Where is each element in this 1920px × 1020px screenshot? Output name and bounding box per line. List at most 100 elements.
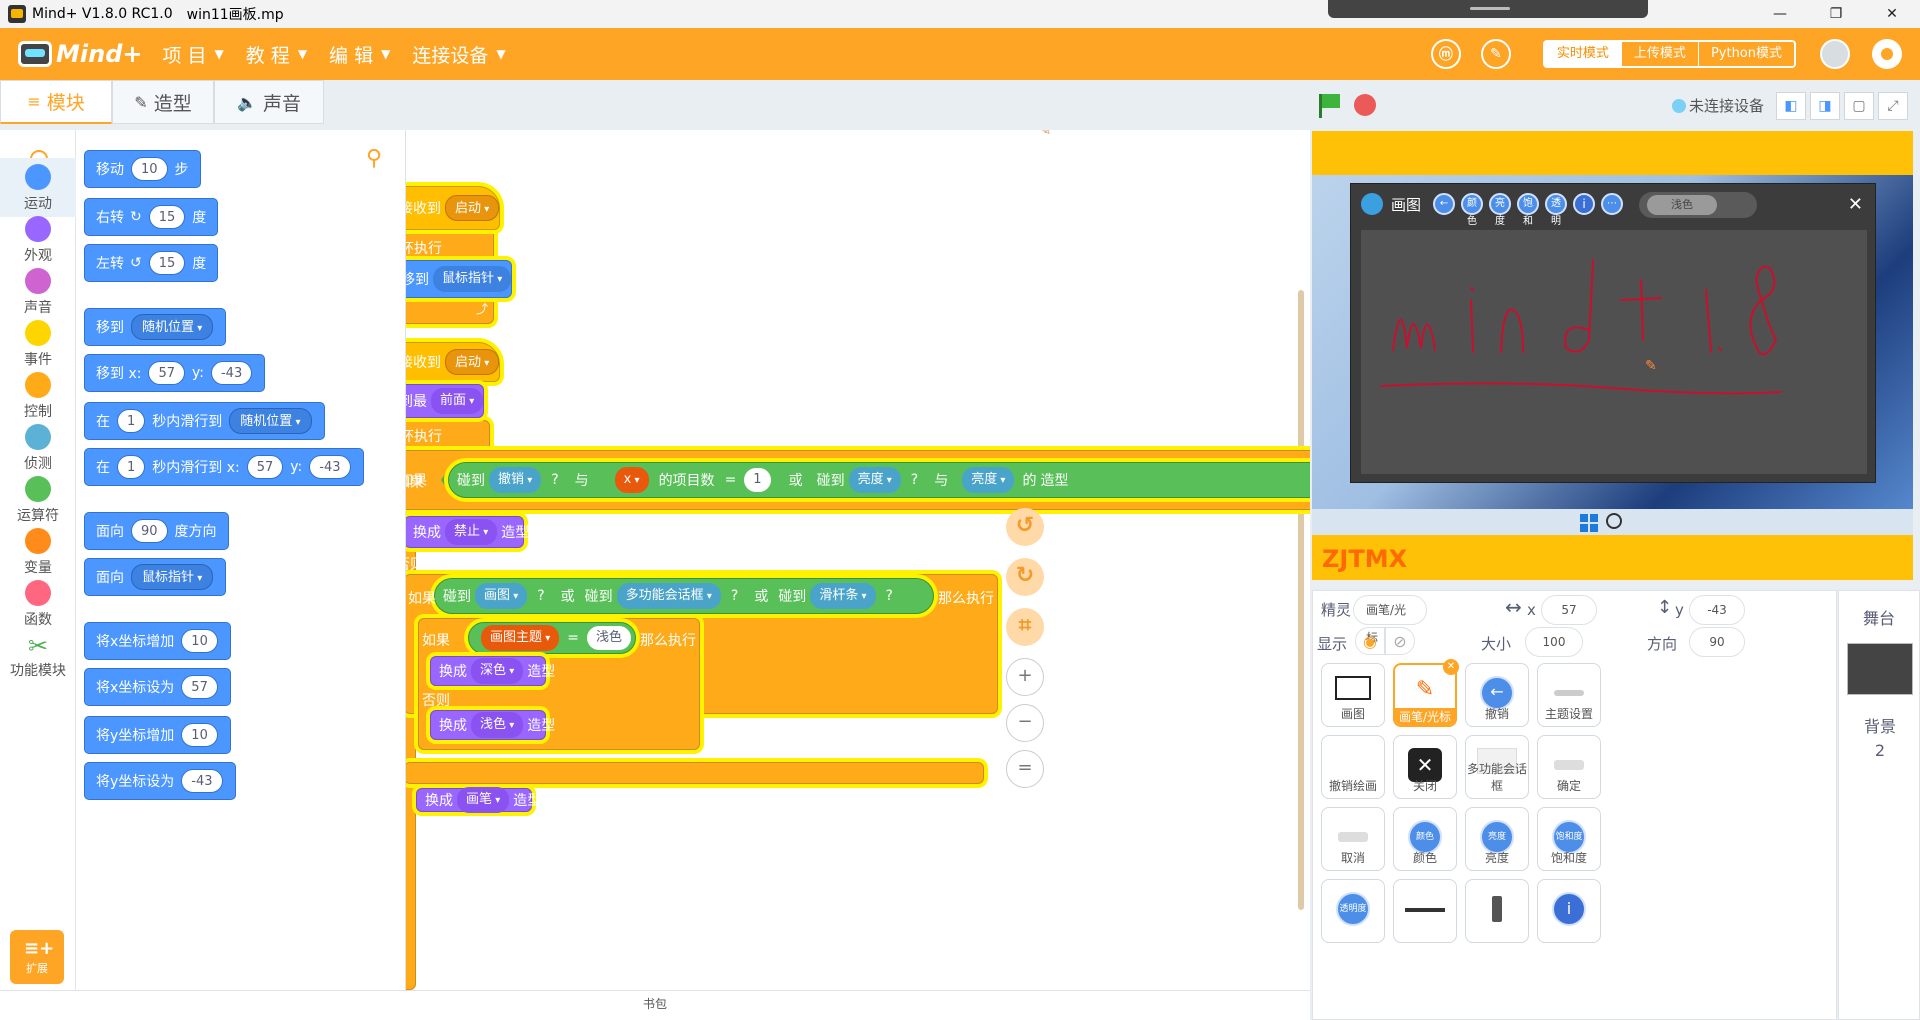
switch-costume-block-4[interactable]: 换成画笔造型 — [416, 787, 541, 813]
large-stage-icon[interactable]: ◨ — [1810, 92, 1840, 120]
number-input[interactable]: 1 — [117, 455, 146, 479]
goto-block[interactable]: 移到 鼠标指针 — [406, 260, 512, 298]
sprite-tile-8[interactable]: 取消 — [1321, 807, 1385, 871]
number-input[interactable]: -43 — [181, 769, 223, 793]
number-input[interactable]: 1 — [117, 409, 146, 433]
green-flag-icon[interactable] — [1316, 92, 1342, 118]
switch-costume-block-1[interactable]: 换成禁止造型 — [406, 516, 529, 548]
message-dropdown[interactable]: 启动 — [445, 349, 500, 375]
mode-button-1[interactable]: 上传模式 — [1620, 42, 1698, 66]
sprite-tile-5[interactable]: ✕ 关闭 — [1393, 735, 1457, 799]
paint-tool-button-6[interactable]: ⋯ — [1601, 193, 1624, 215]
number-input[interactable]: 57 — [148, 361, 185, 385]
condition-row-2[interactable]: 碰到画图?或碰到多功能会话框?或碰到滑杆条? — [434, 578, 934, 614]
category-6[interactable]: 运算符 — [0, 470, 76, 529]
when-receive-hat-2[interactable]: 当接收到启动 — [406, 342, 500, 382]
variable-reporter[interactable]: 画图主题 — [481, 625, 560, 651]
palette-block-change_x[interactable]: 将x坐标增加 10 — [84, 622, 231, 660]
palette-block-point_dir[interactable]: 面向 90 度方向 — [84, 512, 229, 550]
switch-costume-block-2[interactable]: 换成深色造型 — [430, 656, 555, 686]
costume-dropdown[interactable]: 画笔 — [457, 787, 510, 813]
crop-icon[interactable]: ⌗ — [1006, 608, 1044, 646]
number-input[interactable]: 10 — [131, 157, 168, 181]
tutorial-icon[interactable]: ⓜ — [1430, 39, 1461, 69]
pin-icon[interactable]: ⚲ — [366, 146, 382, 171]
paint-tool-button-4[interactable]: 透明度 — [1545, 193, 1568, 245]
menu-item-2[interactable]: 编 辑 ▼ — [329, 41, 390, 68]
number-input[interactable]: 15 — [148, 251, 186, 275]
category-4[interactable]: 控制 — [0, 366, 76, 425]
paint-tool-button-3[interactable]: 饱和度 — [1517, 193, 1540, 245]
sprite-tile-9[interactable]: 颜色 颜色 — [1393, 807, 1457, 871]
touch-dropdown[interactable]: 多功能会话框 — [616, 583, 721, 609]
paint-tool-button-2[interactable]: 亮度 — [1489, 193, 1512, 227]
stop-icon[interactable] — [1354, 94, 1376, 116]
touch-dropdown-b[interactable]: 亮度 — [848, 467, 901, 493]
palette-block-turn_right[interactable]: 右转 ↻ 15 度 — [84, 198, 219, 236]
menu-item-3[interactable]: 连接设备 ▼ — [412, 41, 505, 68]
sprite-tile-0[interactable]: 画图 — [1321, 663, 1385, 727]
number-input[interactable]: 10 — [181, 723, 218, 747]
drawing-canvas[interactable]: ✎ — [1361, 230, 1867, 474]
category-1[interactable]: 外观 — [0, 210, 76, 269]
extension-button[interactable]: 扩展 — [10, 930, 64, 984]
y-field[interactable]: -43 — [1689, 595, 1745, 625]
palette-block-turn_left[interactable]: 左转 ↺ 15 度 — [84, 244, 219, 282]
sprite-tile-14[interactable] — [1465, 879, 1529, 943]
palette-block-goto_random[interactable]: 移到 随机位置 — [84, 308, 227, 346]
go-to-front-block[interactable]: 移到最前面 — [406, 384, 484, 418]
value-input[interactable]: 1 — [744, 468, 771, 492]
show-eye-icon[interactable]: ◉ — [1355, 627, 1385, 655]
stage-thumbnail[interactable] — [1847, 643, 1913, 695]
category-7[interactable]: 变量 — [0, 522, 76, 581]
stage-canvas[interactable]: 画图 ←颜色亮度饱和度透明度i⋯ 浅色 ✕ ✎ ZJTMX — [1312, 131, 1913, 580]
sprite-tile-13[interactable] — [1393, 879, 1457, 943]
hide-eye-icon[interactable]: ⊘ — [1385, 627, 1415, 655]
mode-button-0[interactable]: 实时模式 — [1544, 42, 1621, 66]
value-input[interactable]: 浅色 — [586, 626, 631, 650]
menu-item-0[interactable]: 项 目 ▼ — [162, 41, 223, 68]
script-area[interactable]: ✎ 当接收到启动循环执行移到鼠标指针⤴ 当接收到启动移到最前面循环执行如果碰到撤… — [406, 130, 1310, 990]
mode-button-2[interactable]: Python模式 — [1697, 42, 1794, 66]
fullwidth-stage-icon[interactable]: ▢ — [1844, 92, 1874, 120]
x-field[interactable]: 57 — [1541, 595, 1597, 625]
menu-item-1[interactable]: 教 程 ▼ — [246, 41, 307, 68]
category-8[interactable]: 函数 — [0, 574, 76, 633]
number-input[interactable]: 57 — [246, 455, 284, 479]
dropdown[interactable]: 鼠标指针 — [131, 564, 214, 590]
costume-dropdown[interactable]: 禁止 — [445, 519, 498, 545]
paint-tool-button-1[interactable]: 颜色 — [1461, 193, 1484, 227]
number-input[interactable]: 90 — [131, 519, 168, 543]
sprite-tile-11[interactable]: 饱和度 饱和度 — [1537, 807, 1601, 871]
zoom-in-icon[interactable]: + — [1006, 658, 1044, 696]
palette-block-point_towards[interactable]: 面向 鼠标指针 — [84, 558, 227, 596]
number-input[interactable]: -43 — [309, 455, 351, 479]
zoom-reset-icon[interactable]: = — [1006, 750, 1044, 788]
touch-dropdown[interactable]: 画图 — [475, 583, 528, 609]
number-input[interactable]: 57 — [181, 675, 218, 699]
minimize-button[interactable]: — — [1752, 0, 1808, 28]
sprite-tile-15[interactable]: i — [1537, 879, 1601, 943]
palette-block-glide_xy[interactable]: 在 1 秒内滑行到 x: 57 y: -43 — [84, 448, 364, 486]
message-dropdown[interactable]: 启动 — [445, 195, 500, 221]
close-button[interactable]: ✕ — [1864, 0, 1920, 28]
sprite-tile-10[interactable]: 亮度 亮度 — [1465, 807, 1529, 871]
touch-dropdown-a[interactable]: 撤销 — [489, 467, 542, 493]
sprite-name-field[interactable]: 画笔/光标 — [1353, 595, 1427, 645]
redo-icon[interactable]: ↻ — [1006, 558, 1044, 596]
category-2[interactable]: 声音 — [0, 262, 76, 321]
sprite-tile-2[interactable]: ← 撤销 — [1465, 663, 1529, 727]
sprite-tile-1[interactable]: ✎ 画笔/光标 ✕ — [1393, 659, 1459, 727]
target-dropdown[interactable]: 鼠标指针 — [433, 266, 512, 292]
dropdown[interactable]: 随机位置 — [131, 314, 214, 340]
snap-bar[interactable] — [1328, 0, 1648, 18]
avatar[interactable] — [1820, 39, 1850, 69]
sprite-tile-12[interactable]: 透明度 — [1321, 879, 1385, 943]
gear-icon[interactable] — [1872, 39, 1902, 69]
zoom-out-icon[interactable]: − — [1006, 704, 1044, 742]
sprite-tile-6[interactable]: 多功能会话框 — [1465, 735, 1529, 799]
connection-status[interactable]: 未连接设备 — [1672, 95, 1764, 116]
number-input[interactable]: 15 — [148, 205, 186, 229]
palette-block-set_y[interactable]: 将y坐标设为 -43 — [84, 762, 236, 800]
costume-dropdown[interactable]: 深色 — [471, 658, 524, 684]
